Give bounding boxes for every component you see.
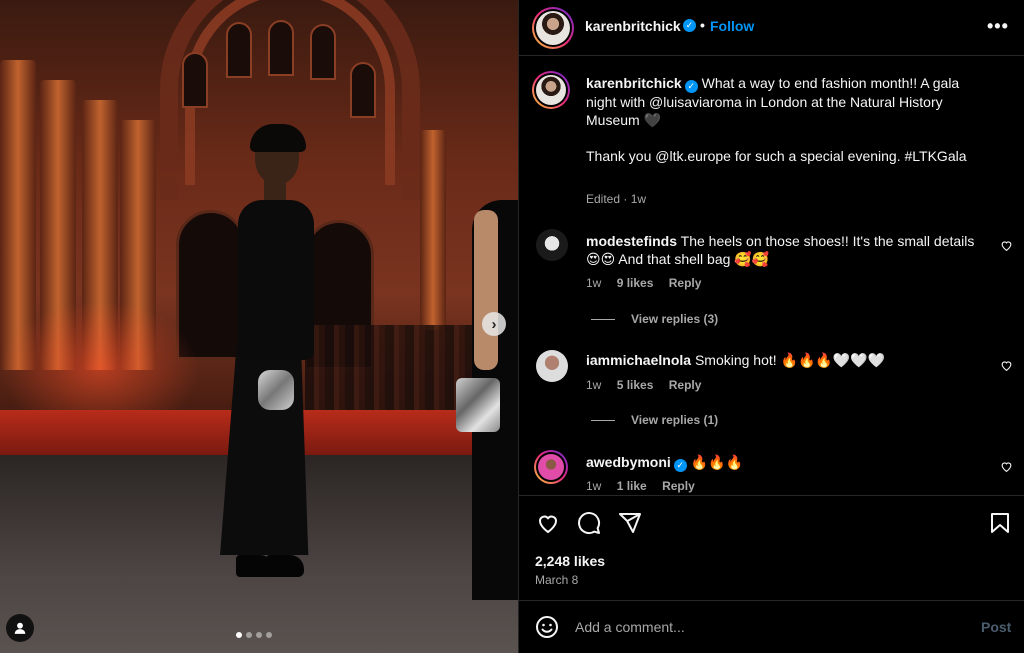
window-decor <box>226 22 252 78</box>
comment-likes[interactable]: 5 likes <box>617 378 654 392</box>
caption-meta: Edited · 1w <box>586 192 647 206</box>
comment-likes[interactable]: 9 likes <box>617 276 654 290</box>
comment-text: awedbymoni ✓ 🔥🔥🔥 <box>586 453 986 472</box>
avatar[interactable] <box>532 71 570 109</box>
avatar[interactable] <box>536 350 568 382</box>
comment-meta: 1w 1 like Reply <box>586 479 707 493</box>
heart-icon[interactable] <box>1000 239 1013 252</box>
column-decor <box>420 130 446 330</box>
post-dialog: › karenbritchick ✓ • Follow ••• karenbri… <box>0 0 1024 653</box>
emoji-icon[interactable] <box>535 615 559 639</box>
side-arm <box>474 210 498 370</box>
caption-line2: Thank you @ltk.europe for such a special… <box>586 147 967 164</box>
header-username[interactable]: karenbritchick <box>585 18 681 34</box>
share-icon[interactable] <box>618 511 642 535</box>
caption-text: karenbritchick ✓ What a way to end fashio… <box>586 74 986 165</box>
view-replies-label: View replies (3) <box>631 312 719 326</box>
carousel-next-button[interactable]: › <box>482 312 506 336</box>
view-replies-button[interactable]: View replies (1) <box>591 413 718 427</box>
save-icon[interactable] <box>988 511 1012 535</box>
post-side-panel: karenbritchick ✓ • Follow ••• karenbritc… <box>518 0 1024 653</box>
user-tag-button[interactable] <box>6 614 34 642</box>
comment-composer: Add a comment... Post <box>519 600 1024 653</box>
view-replies-button[interactable]: View replies (3) <box>591 312 718 326</box>
heart-icon[interactable] <box>536 511 560 535</box>
window-decor <box>268 20 294 76</box>
view-replies-label: View replies (1) <box>631 413 719 427</box>
user-tag-icon <box>14 622 26 634</box>
window-decor <box>350 62 376 118</box>
window-decor <box>182 52 208 108</box>
follow-button[interactable]: Follow <box>710 18 754 34</box>
shell-clutch <box>258 370 294 410</box>
heel-right <box>266 555 304 577</box>
window-decor <box>310 24 336 80</box>
reply-button[interactable]: Reply <box>662 479 695 493</box>
carousel-dot <box>256 632 262 638</box>
comment-username[interactable]: iammichaelnola <box>586 352 691 368</box>
carousel-dot <box>266 632 272 638</box>
post-photo[interactable]: › <box>0 0 518 653</box>
dress-top <box>238 200 314 360</box>
post-comment-button[interactable]: Post <box>981 619 1011 635</box>
comment-meta: 1w 9 likes Reply <box>586 276 713 290</box>
crowd-decor <box>305 325 480 415</box>
avatar[interactable] <box>536 229 568 261</box>
comment-text: modestefinds The heels on those shoes!! … <box>586 232 986 268</box>
comment-username[interactable]: awedbymoni <box>586 454 671 470</box>
reply-button[interactable]: Reply <box>669 276 702 290</box>
avatar[interactable] <box>534 450 568 484</box>
comment-username[interactable]: modestefinds <box>586 233 677 249</box>
comment-time: 1w <box>586 276 602 290</box>
comment-text: iammichaelnola Smoking hot! 🔥🔥🔥🤍🤍🤍 <box>586 351 986 369</box>
comment-time: 1w <box>586 479 602 493</box>
action-bar: 2,248 likes March 8 <box>519 495 1024 600</box>
separator: • <box>700 17 705 33</box>
comment-time: 1w <box>586 378 602 392</box>
avatar[interactable] <box>532 7 574 49</box>
caption-username[interactable]: karenbritchick <box>586 75 682 91</box>
sequin-bag <box>456 378 500 432</box>
reply-button[interactable]: Reply <box>669 378 702 392</box>
comment-body: 🔥🔥🔥 <box>690 454 743 470</box>
heart-icon[interactable] <box>1000 359 1013 372</box>
comment-likes[interactable]: 1 like <box>617 479 647 493</box>
likes-count[interactable]: 2,248 likes <box>535 553 605 569</box>
verified-icon: ✓ <box>684 79 698 93</box>
comment-meta: 1w 5 likes Reply <box>586 378 713 392</box>
more-options-button[interactable]: ••• <box>987 16 1009 37</box>
verified-icon: ✓ <box>673 458 687 472</box>
comment-input[interactable]: Add a comment... <box>575 619 685 635</box>
comment-body: Smoking hot! 🔥🔥🔥🤍🤍🤍 <box>694 352 886 368</box>
post-header: karenbritchick ✓ • Follow ••• <box>519 0 1024 56</box>
verified-icon: ✓ <box>683 19 696 32</box>
heart-icon[interactable] <box>1000 460 1013 473</box>
comments-list[interactable]: karenbritchick ✓ What a way to end fashio… <box>519 57 1024 494</box>
carousel-dot <box>236 632 242 638</box>
comment-icon[interactable] <box>577 511 601 535</box>
post-date: March 8 <box>535 573 579 587</box>
carousel-indicators <box>236 632 272 638</box>
chevron-right-icon: › <box>491 315 497 333</box>
carousel-dot <box>246 632 252 638</box>
